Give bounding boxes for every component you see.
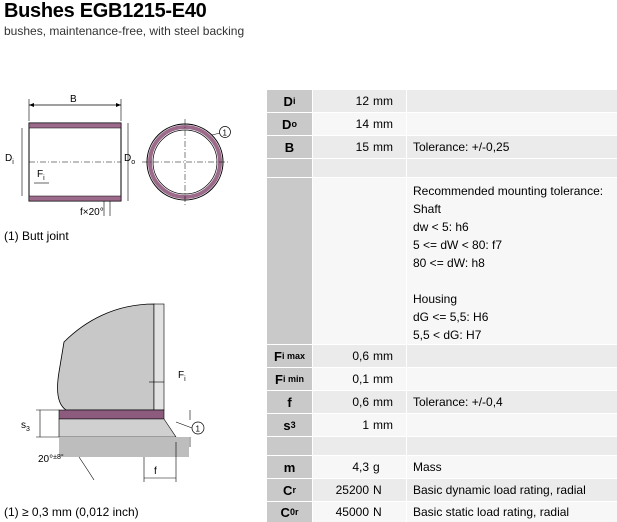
dim-fi-detail-label: Fi (178, 370, 186, 383)
value-cell: 0,6 mm (313, 391, 406, 413)
symbol-cell: B (267, 136, 312, 158)
table-row: Cr 25200 N Basic dynamic load rating, rad… (267, 479, 617, 501)
table-row: B 15 mm Tolerance: +/-0,25 (267, 136, 617, 158)
figure2-caption: (1) ≥ 0,3 mm (0,012 inch) (4, 505, 139, 519)
figure1-caption: (1) Butt joint (4, 229, 69, 243)
table-separator (267, 159, 617, 177)
note-cell: Tolerance: +/-0,25 (407, 136, 617, 158)
value-cell: 12 mm (313, 90, 406, 112)
value-cell: 4,3 g (313, 456, 406, 478)
symbol-cell: s3 (267, 414, 312, 436)
symbol-cell: Do (267, 113, 312, 135)
separator-cell (313, 159, 406, 177)
tolerance-line: Shaft (413, 202, 442, 216)
dim-do-label: Do (124, 153, 135, 166)
value-cell: 45000 N (313, 502, 406, 522)
tolerance-line: 5 <= dW < 80: f7 (413, 238, 503, 252)
dim-s3-label: s3 (21, 420, 30, 433)
value-cell: 0,6 mm (313, 345, 406, 367)
note-cell (407, 368, 617, 390)
value-cell: 14 mm (313, 113, 406, 135)
dim-angle-label: 20°±8° (38, 453, 64, 465)
tolerance-line: Housing (413, 292, 458, 306)
symbol-cell: f (267, 391, 312, 413)
symbol-cell: Fi max (267, 345, 312, 367)
table-row: f 0,6 mm Tolerance: +/-0,4 (267, 391, 617, 413)
bush-drawing-svg: B Di Do Fi f×20° 1 (5, 94, 231, 218)
tolerance-line: Recommended mounting tolerance: (413, 184, 604, 198)
value-cell: 25200 N (313, 479, 406, 501)
value-cell (313, 178, 406, 344)
note-cell (407, 414, 617, 436)
note-cell (407, 345, 617, 367)
callout-1: 1 (223, 129, 228, 138)
value-cell: 1 mm (313, 414, 406, 436)
table-separator (267, 437, 617, 455)
dim-fi-label: Fi (37, 169, 45, 182)
table-row: s3 1 mm (267, 414, 617, 436)
note-cell: Tolerance: +/-0,4 (407, 391, 617, 413)
symbol-cell: Di (267, 90, 312, 112)
page-subtitle: bushes, maintenance-free, with steel bac… (4, 24, 245, 38)
dim-b-label: B (70, 94, 77, 105)
table-row: m 4,3 g Mass (267, 456, 617, 478)
table-row: C 0r 45000 N Basic static load rating, rad… (267, 502, 617, 522)
tolerance-line: 80 <= dW: h8 (413, 256, 485, 270)
dim-f-label: f (154, 466, 157, 477)
symbol-cell: Fi min (267, 368, 312, 390)
note-cell: Basic dynamic load rating, radial (407, 479, 617, 501)
note-cell: Mass (407, 456, 617, 478)
page-title: Bushes EGB1215-E40 (4, 0, 207, 22)
callout-1-detail: 1 (196, 425, 201, 434)
dim-chamfer-label: f×20° (80, 207, 104, 218)
chamfer-detail-svg: Fi s3 1 20°±8° f (21, 303, 205, 482)
note-cell (407, 113, 617, 135)
table-row: Do 14 mm (267, 113, 617, 135)
symbol-cell: m (267, 456, 312, 478)
separator-cell (267, 159, 312, 177)
note-cell (407, 90, 617, 112)
tolerance-line: dG <= 5,5: H6 (413, 310, 489, 324)
table-row: Fi max 0,6 mm (267, 345, 617, 367)
note-cell: Basic static load rating, radial (407, 502, 617, 522)
value-cell: 0,1 mm (313, 368, 406, 390)
chamfer-detail-drawing: Fi s3 1 20°±8° f (4, 292, 233, 500)
bush-drawing: B Di Do Fi f×20° 1 (4, 91, 233, 223)
separator-cell (313, 437, 406, 455)
tolerance-row: Recommended mounting tolerance: Shaft dw… (267, 178, 617, 344)
symbol-cell: C 0r (267, 502, 312, 522)
symbol-cell: Cr (267, 479, 312, 501)
separator-cell (407, 159, 617, 177)
dim-di-label: Di (5, 153, 14, 166)
table-row: Di 12 mm (267, 90, 617, 112)
value-cell: 15 mm (313, 136, 406, 158)
tolerance-line: dw < 5: h6 (413, 220, 469, 234)
separator-cell (407, 437, 617, 455)
tolerance-line: 5,5 < dG: H7 (413, 328, 482, 342)
table-row: Fi min 0,1 mm (267, 368, 617, 390)
symbol-cell (267, 178, 312, 344)
tolerance-note: Recommended mounting tolerance: Shaft dw… (407, 178, 617, 344)
separator-cell (267, 437, 312, 455)
